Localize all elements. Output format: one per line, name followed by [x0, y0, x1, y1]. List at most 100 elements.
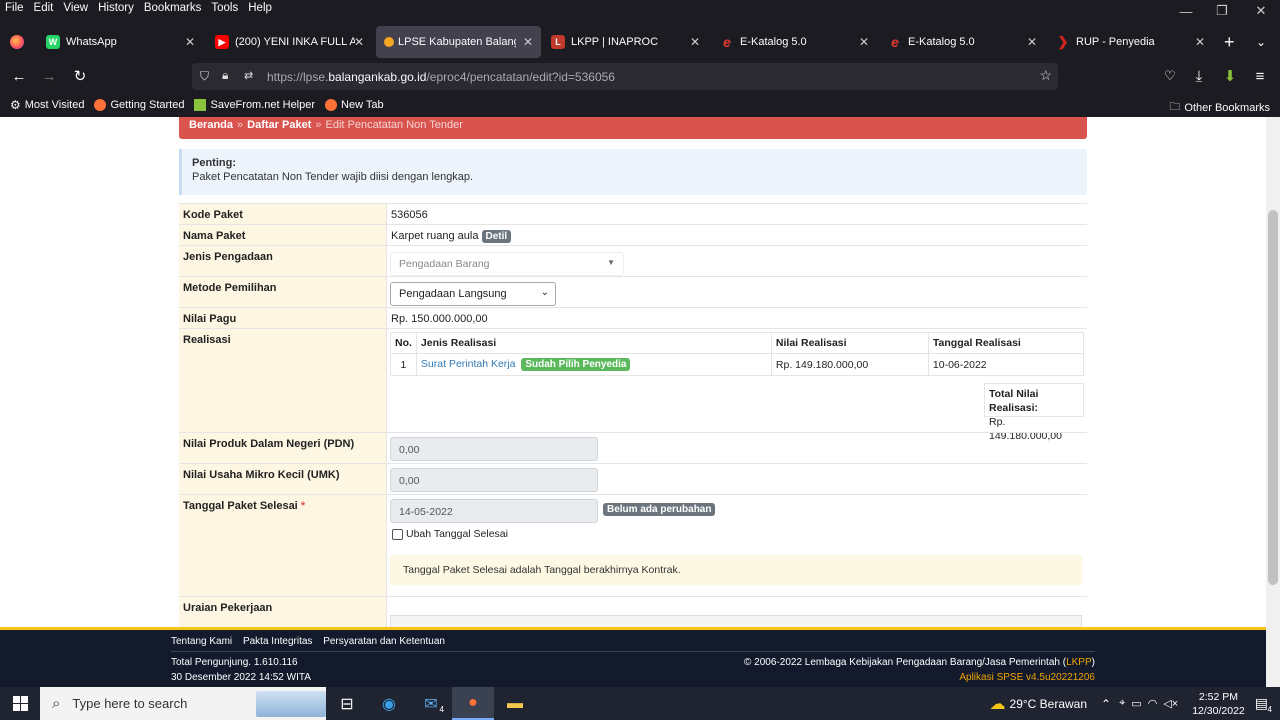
- reload-button[interactable]: ↻: [66, 60, 94, 92]
- task-view-icon[interactable]: ⊟: [326, 687, 368, 720]
- footer-visitors: Total Pengunjung. 1.610.116: [171, 657, 298, 668]
- close-icon[interactable]: ✕: [185, 35, 195, 49]
- detil-badge[interactable]: Detil: [481, 230, 512, 243]
- label-realisasi: Realisasi: [179, 329, 387, 432]
- label-kode-paket: Kode Paket: [179, 204, 387, 224]
- lock-icon[interactable]: 🔒︎: [222, 68, 228, 83]
- metode-pemilihan-select[interactable]: Pengadaan Langsung ⌄: [390, 282, 556, 306]
- lkpp-link[interactable]: LKPP: [1066, 657, 1092, 668]
- bookmark-most-visited[interactable]: ⚙ Most Visited: [10, 98, 84, 112]
- tab-lkpp[interactable]: L LKPP | INAPROC ✕: [543, 26, 708, 58]
- taskbar-search[interactable]: ⌕ Type here to search: [40, 687, 326, 720]
- footer-link-persyaratan[interactable]: Persyaratan dan Ketentuan: [323, 636, 445, 647]
- total-label: Total Nilai Realisasi:: [989, 388, 1039, 414]
- menu-history[interactable]: History: [93, 2, 139, 14]
- ubah-tanggal-checkbox-row[interactable]: Ubah Tanggal Selesai: [392, 528, 508, 540]
- bookmark-new-tab[interactable]: New Tab: [325, 99, 384, 111]
- new-tab-button[interactable]: +: [1216, 26, 1244, 58]
- close-icon[interactable]: ✕: [1195, 35, 1205, 49]
- bookmark-label: SaveFrom.net Helper: [210, 99, 316, 111]
- close-icon[interactable]: ✕: [690, 35, 700, 49]
- menu-view[interactable]: View: [58, 2, 93, 14]
- windows-start-icon[interactable]: [0, 687, 40, 720]
- restore-button[interactable]: ❐: [1204, 0, 1240, 22]
- page-scrollbar[interactable]: [1266, 117, 1280, 687]
- editor-toolbar[interactable]: [390, 615, 1082, 627]
- weather-icon[interactable]: ☁: [990, 694, 1006, 714]
- firefox-icon: [94, 99, 107, 111]
- bookmark-label: New Tab: [341, 99, 384, 111]
- tab-rup[interactable]: ❯ RUP - Penyedia ✕: [1048, 26, 1213, 58]
- other-bookmarks[interactable]: 🗀 Other Bookmarks: [1169, 98, 1270, 117]
- alert-text: Paket Pencatatan Non Tender wajib diisi …: [192, 171, 474, 183]
- menu-tools[interactable]: Tools: [206, 2, 243, 14]
- star-icon[interactable]: ☆: [1039, 67, 1052, 84]
- breadcrumb-home[interactable]: Beranda: [189, 119, 233, 131]
- notification-icon[interactable]: ▤ 4: [1255, 695, 1272, 714]
- close-icon[interactable]: ✕: [859, 35, 869, 49]
- clock[interactable]: 2:52 PM 12/30/2022: [1192, 690, 1245, 718]
- close-icon[interactable]: ✕: [1027, 35, 1037, 49]
- tab-lpse[interactable]: LPSE Kabupaten Balangan ✕: [376, 26, 541, 58]
- minimize-button[interactable]: —: [1168, 0, 1204, 22]
- shield-icon[interactable]: ⛉: [200, 69, 209, 84]
- close-window-button[interactable]: ✕: [1243, 0, 1279, 22]
- row-jenis-pengadaan: Jenis Pengadaan Pengadaan Barang ▼: [179, 245, 1087, 276]
- url-bar[interactable]: ⛉ 🔒︎ ⇄ https://lpse. balangankab.go.id/ep…: [192, 63, 1058, 90]
- battery-icon[interactable]: ▭: [1131, 697, 1141, 710]
- breadcrumb-list[interactable]: Daftar Paket: [247, 119, 311, 131]
- nama-paket-text: Karpet ruang aula: [391, 230, 479, 242]
- menu-edit[interactable]: Edit: [29, 2, 59, 14]
- firefox-icon: [325, 99, 338, 111]
- firefox-taskbar-icon[interactable]: ●: [452, 687, 494, 720]
- footer-link-tentang[interactable]: Tentang Kami: [171, 636, 232, 647]
- volume-icon[interactable]: ◁×: [1163, 697, 1178, 710]
- jenis-pengadaan-select[interactable]: Pengadaan Barang ▼: [390, 252, 624, 276]
- tab-youtube[interactable]: ▶ (200) YENI INKA FULL ALBU ✕: [207, 26, 372, 58]
- pocket-icon[interactable]: ♡: [1156, 60, 1184, 92]
- back-button[interactable]: ←: [5, 60, 33, 92]
- savefrom-icon[interactable]: ⬇: [1216, 60, 1244, 92]
- value-jenis-pengadaan: Pengadaan Barang ▼: [387, 246, 1087, 276]
- wifi-icon[interactable]: ◠: [1148, 697, 1158, 710]
- breadcrumb-separator: »: [315, 119, 322, 131]
- menu-bookmarks[interactable]: Bookmarks: [139, 2, 207, 14]
- list-tabs-button[interactable]: ⌄: [1248, 26, 1276, 58]
- forward-button[interactable]: →: [35, 60, 63, 92]
- value-pdn: 0,00: [387, 433, 1087, 463]
- footer-link-pakta[interactable]: Pakta Integritas: [243, 636, 312, 647]
- chevron-up-icon[interactable]: ⌃: [1101, 697, 1111, 711]
- location-icon[interactable]: ⌖: [1119, 697, 1125, 710]
- menu-file[interactable]: File: [0, 2, 29, 14]
- menu-help[interactable]: Help: [243, 2, 277, 14]
- menu-hamburger-icon[interactable]: ≡: [1246, 60, 1274, 92]
- rup-icon: ❯: [1057, 34, 1069, 49]
- permissions-icon[interactable]: ⇄: [244, 69, 253, 82]
- tab-ekatalog-1[interactable]: e E-Katalog 5.0 ✕: [712, 26, 877, 58]
- system-tray: ☁ 29°C Berawan ⌃ ⌖ ▭ ◠ ◁× 2:52 PM 12/30/…: [990, 687, 1280, 720]
- weather-text[interactable]: 29°C Berawan: [1010, 697, 1088, 711]
- page-footer: Tentang Kami Pakta Integritas Persyarata…: [0, 627, 1266, 687]
- ubah-tanggal-checkbox[interactable]: [392, 528, 403, 540]
- bookmark-getting-started[interactable]: Getting Started: [94, 99, 184, 111]
- footer-links: Tentang Kami Pakta Integritas Persyarata…: [171, 636, 453, 647]
- file-explorer-icon[interactable]: ▬: [494, 687, 536, 720]
- bookmark-savefrom[interactable]: SaveFrom.net Helper: [194, 99, 315, 111]
- scrollbar-thumb[interactable]: [1268, 210, 1278, 585]
- downloads-icon[interactable]: ⤓: [1185, 60, 1213, 92]
- mail-icon[interactable]: ✉ 4: [410, 687, 452, 720]
- surat-perintah-kerja-link[interactable]: Surat Perintah Kerja: [421, 358, 516, 370]
- edge-icon[interactable]: ◉: [368, 687, 410, 720]
- tanggal-note: Tanggal Paket Selesai adalah Tanggal ber…: [390, 555, 1082, 585]
- pdn-input[interactable]: 0,00: [390, 437, 598, 461]
- close-icon[interactable]: ✕: [354, 35, 364, 49]
- search-placeholder: Type here to search: [72, 696, 188, 711]
- page-content: Beranda» Daftar Paket» Edit Pencatatan Non…: [0, 117, 1266, 627]
- firefox-view-button[interactable]: [2, 26, 32, 58]
- tab-ekatalog-2[interactable]: e E-Katalog 5.0 ✕: [880, 26, 1045, 58]
- umk-input[interactable]: 0,00: [390, 468, 598, 492]
- firefox-icon: [10, 35, 24, 49]
- close-icon[interactable]: ✕: [523, 35, 533, 49]
- tanggal-selesai-input[interactable]: 14-05-2022: [390, 499, 598, 523]
- tab-whatsapp[interactable]: W WhatsApp ✕: [38, 26, 203, 58]
